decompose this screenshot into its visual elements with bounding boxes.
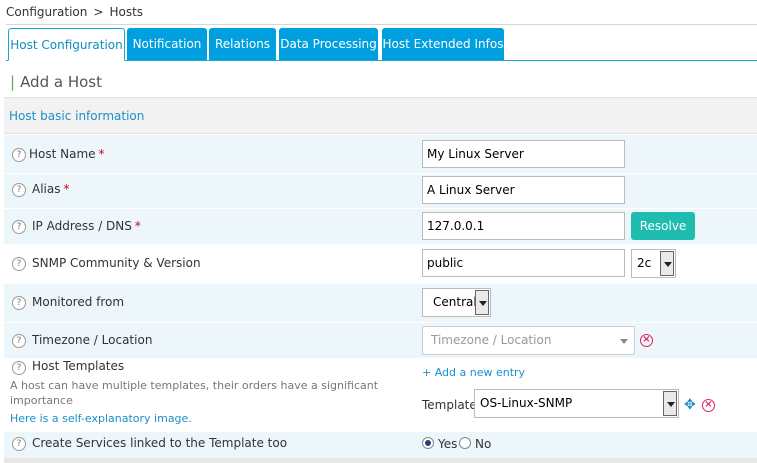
row-monitored-from: ? Monitored from Central (4, 284, 757, 322)
dropdown-arrow-icon (475, 290, 489, 315)
tab-host-extended-infos[interactable]: Host Extended Infos (382, 28, 504, 60)
breadcrumb-configuration[interactable]: Configuration (6, 5, 87, 19)
tab-bar: Host Configuration Notification Relation… (6, 28, 757, 61)
timezone-select[interactable]: Timezone / Location (422, 326, 635, 355)
host-templates-label: Host Templates (32, 359, 125, 373)
move-arrows-icon[interactable]: ✥ (684, 398, 696, 412)
dropdown-arrow-icon (660, 251, 674, 276)
radio-yes[interactable] (422, 437, 434, 449)
monitored-from-label: Monitored from (32, 295, 125, 309)
required-marker: * (63, 182, 70, 196)
question-circle-icon[interactable]: ? (12, 183, 26, 197)
page-title: | Add a Host (10, 73, 102, 91)
breadcrumb-hosts[interactable]: Hosts (109, 5, 143, 19)
question-circle-icon[interactable]: ? (12, 296, 26, 310)
host-templates-help-link[interactable]: Here is a self-explanatory image. (10, 412, 192, 425)
snmp-label: SNMP Community & Version (32, 256, 201, 270)
title-bar-accent: | (10, 73, 16, 91)
breadcrumb-divider (6, 24, 757, 25)
ip-address-label: IP Address / DNS * (32, 219, 141, 233)
required-marker: * (98, 147, 105, 161)
template-label: Template (422, 398, 477, 412)
radio-yes-label[interactable]: Yes (438, 437, 457, 451)
row-alias: ? Alias * A Linux Server (4, 174, 757, 208)
page-title-text: Add a Host (20, 73, 102, 91)
ip-address-input[interactable]: 127.0.0.1 (422, 212, 625, 240)
alias-input[interactable]: A Linux Server (422, 176, 625, 204)
tab-data-processing[interactable]: Data Processing (279, 28, 378, 60)
breadcrumb: Configuration > Hosts (6, 5, 143, 19)
question-circle-icon[interactable]: ? (12, 334, 26, 348)
host-name-label: Host Name * (29, 147, 105, 161)
question-circle-icon[interactable]: ? (12, 437, 26, 451)
row-ip-address: ? IP Address / DNS * 127.0.0.1 Resolve (4, 209, 757, 244)
row-host-name: ? Host Name * My Linux Server (4, 135, 757, 173)
tab-host-configuration[interactable]: Host Configuration (8, 28, 125, 61)
host-name-input[interactable]: My Linux Server (422, 140, 625, 168)
tab-relations[interactable]: Relations (209, 28, 276, 60)
radio-no[interactable] (459, 437, 471, 449)
template-select[interactable]: OS-Linux-SNMP (474, 389, 679, 418)
footer-strip (4, 458, 757, 463)
remove-circle-icon[interactable]: × (640, 334, 653, 347)
timezone-label: Timezone / Location (32, 333, 153, 347)
tab-notification[interactable]: Notification (127, 28, 207, 60)
template-value: OS-Linux-SNMP (480, 396, 573, 410)
row-snmp: ? SNMP Community & Version public 2c (4, 245, 757, 283)
required-marker: * (134, 219, 141, 233)
dropdown-arrow-icon (663, 391, 677, 416)
section-title: Host basic information (9, 109, 145, 123)
alias-label: Alias * (32, 182, 70, 196)
question-circle-icon[interactable]: ? (12, 220, 26, 234)
row-create-services: ? Create Services linked to the Template… (4, 432, 757, 458)
row-host-templates: ? Host Templates A host can have multipl… (4, 359, 757, 431)
radio-no-label[interactable]: No (475, 437, 491, 451)
question-circle-icon[interactable]: ? (12, 257, 26, 271)
question-circle-icon[interactable]: ? (12, 148, 26, 162)
chevron-down-icon (620, 339, 628, 344)
resolve-button[interactable]: Resolve (631, 212, 695, 240)
section-header: Host basic information (4, 97, 757, 134)
snmp-version-select[interactable]: 2c (631, 249, 676, 278)
breadcrumb-separator: > (93, 5, 104, 19)
host-templates-help-text: A host can have multiple templates, thei… (10, 379, 379, 407)
snmp-community-input[interactable]: public (422, 249, 625, 277)
monitored-from-value: Central (433, 295, 477, 309)
create-services-label: Create Services linked to the Template t… (32, 436, 288, 450)
add-new-entry-link[interactable]: + Add a new entry (422, 366, 525, 379)
question-circle-icon[interactable]: ? (12, 361, 26, 375)
monitored-from-select[interactable]: Central (422, 288, 491, 317)
timezone-placeholder: Timezone / Location (431, 333, 552, 347)
remove-circle-icon[interactable]: × (702, 399, 715, 412)
row-timezone: ? Timezone / Location Timezone / Locatio… (4, 323, 757, 358)
snmp-version-value: 2c (637, 256, 652, 270)
